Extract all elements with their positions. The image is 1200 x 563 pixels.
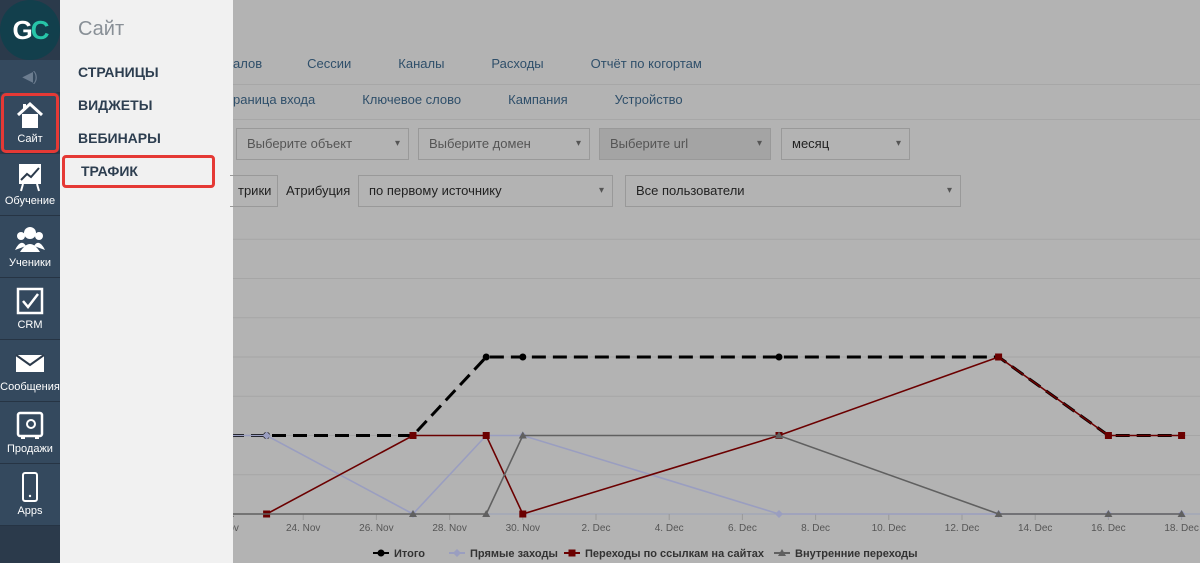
sidebar-item-home[interactable]: Сайт — [0, 92, 60, 154]
sidebar-item-chart-board[interactable]: Обучение — [0, 154, 60, 216]
home-icon — [16, 101, 44, 128]
data-point — [519, 353, 527, 361]
tab-kanaly[interactable]: Каналы — [398, 56, 444, 84]
checkbox-icon — [16, 287, 44, 315]
sidebar-item-users[interactable]: Ученики — [0, 216, 60, 278]
legend-item[interactable]: Внутренние переходы — [774, 548, 918, 560]
x-tick-label: 8. Dec — [801, 523, 830, 534]
sidebar-item-label: Сайт — [17, 133, 43, 145]
envelope-icon — [15, 354, 45, 372]
tab-landing-page[interactable]: раница входа — [233, 92, 315, 119]
menu-item-widgets[interactable]: ВИДЖЕТЫ — [60, 89, 233, 122]
x-tick-label: Nov — [233, 523, 239, 534]
sidebar: GC ◀) Сайт Обучение Ученики CRM Сообщения Про… — [0, 0, 60, 563]
x-tick-label: 6. Dec — [728, 523, 757, 534]
x-tick-label: 24. Nov — [286, 523, 320, 534]
tab-keyword[interactable]: Ключевое слово — [362, 92, 461, 119]
menu-item-pages[interactable]: СТРАНИЦЫ — [60, 56, 233, 89]
x-tick-label: 12. Dec — [945, 523, 979, 534]
flyout-menu: Сайт СТРАНИЦЫ ВИДЖЕТЫ ВЕБИНАРЫ ТРАФИК — [60, 0, 233, 563]
x-tick-label: 30. Nov — [506, 523, 540, 534]
legend-label: Переходы по ссылкам на сайтах — [585, 548, 765, 560]
attribution-label: Атрибуция — [286, 183, 351, 198]
menu-item-webinars[interactable]: ВЕБИНАРЫ — [60, 122, 233, 155]
sidebar-item-envelope[interactable]: Сообщения — [0, 340, 60, 402]
data-point — [482, 432, 490, 439]
x-tick-label: 14. Dec — [1018, 523, 1052, 534]
x-tick-label: 4. Dec — [655, 523, 684, 534]
data-point — [233, 434, 234, 437]
sidebar-item-label: CRM — [17, 319, 43, 331]
legend-label: Прямые заходы — [470, 548, 558, 560]
domain-select[interactable]: Выберите домен — [418, 128, 590, 160]
users-select[interactable]: Все пользователи — [625, 175, 961, 207]
x-tick-label: 16. Dec — [1091, 523, 1125, 534]
data-point — [1104, 432, 1112, 439]
chart-board-icon — [19, 164, 41, 192]
tabs-primary: алов Сессии Каналы Расходы Отчёт по кого… — [233, 56, 1200, 85]
sidebar-item-label: Продажи — [7, 443, 53, 455]
sidebar-item-safe[interactable]: Продажи — [0, 402, 60, 464]
legend-item[interactable]: Переходы по ссылкам на сайтах — [564, 548, 765, 560]
sidebar-item-checkbox[interactable]: CRM — [0, 278, 60, 340]
tab-cohorts[interactable]: Отчёт по когортам — [591, 56, 702, 84]
tab-device[interactable]: Устройство — [615, 92, 683, 119]
legend-item[interactable]: Прямые заходы — [449, 548, 558, 560]
data-point — [995, 353, 1003, 361]
legend-label: Внутренние переходы — [795, 548, 918, 560]
x-tick-label: 2. Dec — [582, 523, 611, 534]
period-select[interactable]: месяц — [781, 128, 910, 160]
sidebar-item-label: Сообщения — [0, 381, 60, 393]
data-point — [1178, 432, 1186, 439]
safe-icon — [16, 411, 44, 439]
data-point — [377, 549, 385, 557]
x-tick-label: 26. Nov — [359, 523, 393, 534]
sidebar-item-label: Обучение — [4, 195, 56, 207]
tabs-secondary: раница входа Ключевое слово Кампания Уст… — [233, 92, 1200, 120]
data-point — [568, 549, 576, 557]
tab-campaign[interactable]: Кампания — [508, 92, 568, 119]
object-select[interactable]: Выберите объект — [236, 128, 409, 160]
tab-channels[interactable]: алов — [233, 56, 262, 84]
flyout-title: Сайт — [78, 18, 125, 40]
sidebar-item-label: Apps — [17, 505, 43, 517]
url-select[interactable]: Выберите url — [599, 128, 771, 160]
traffic-chart: Nov 24. Nov 26. Nov 28. Nov 30. Nov 2. Dec 4. … — [233, 238, 1200, 560]
sidebar-item-label: Ученики — [8, 257, 51, 269]
x-tick-label: 28. Nov — [432, 523, 466, 534]
data-point — [775, 510, 783, 518]
data-point — [453, 549, 461, 557]
x-tick-label: 10. Dec — [872, 523, 906, 534]
users-icon — [15, 227, 45, 252]
x-tick-label: 18. Dec — [1164, 523, 1198, 534]
menu-item-traffic[interactable]: ТРАФИК — [62, 155, 215, 188]
legend-label: Итого — [394, 548, 425, 560]
data-point — [775, 353, 783, 361]
data-point — [409, 432, 417, 439]
tab-expenses[interactable]: Расходы — [491, 56, 543, 84]
data-point — [519, 510, 527, 518]
sidebar-item-phone[interactable]: Apps — [0, 464, 60, 526]
tab-sessions[interactable]: Сессии — [307, 56, 351, 84]
speaker-icon[interactable]: ◀) — [0, 60, 60, 92]
phone-icon — [22, 472, 38, 502]
attribution-select[interactable]: по первому источнику — [358, 175, 613, 207]
metrics-button[interactable]: трики — [230, 175, 278, 207]
data-point — [262, 431, 271, 440]
data-point — [482, 353, 490, 361]
logo[interactable]: GC — [0, 0, 60, 60]
